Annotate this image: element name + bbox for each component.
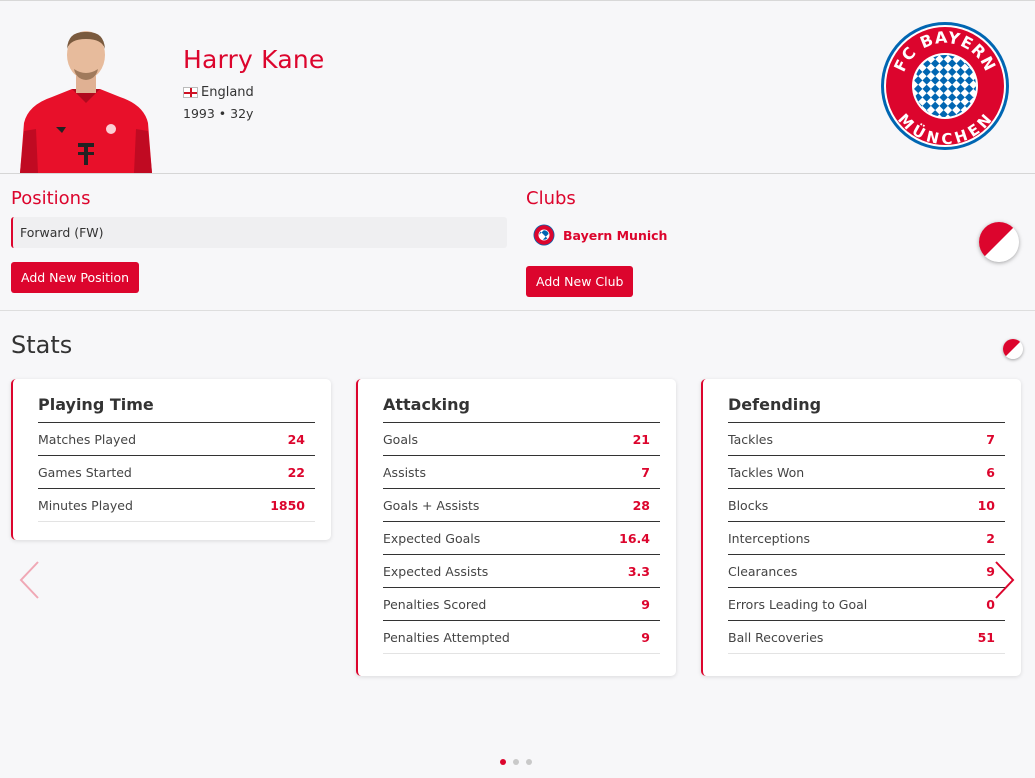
stat-value: 9 <box>641 629 650 645</box>
stat-value: 24 <box>287 431 305 447</box>
stat-label: Penalties Attempted <box>383 629 510 645</box>
stat-value: 16.4 <box>619 530 650 546</box>
stat-value: 21 <box>632 431 650 447</box>
stats-card-defending: Defending Tackles 7 Tackles Won 6 Blocks 10… <box>701 379 1021 676</box>
club-name[interactable]: Bayern Munich <box>563 228 667 243</box>
nationality-label: England <box>201 85 254 100</box>
theme-toggle-button[interactable] <box>979 222 1019 262</box>
bayern-crest-icon <box>533 224 555 246</box>
player-nationality: England <box>183 85 254 100</box>
stat-label: Expected Goals <box>383 530 481 546</box>
stat-label: Errors Leading to Goal <box>728 596 868 612</box>
pagination-dot-1[interactable] <box>500 759 506 765</box>
stat-row: Games Started 22 <box>38 456 315 489</box>
stat-row: Errors Leading to Goal 0 <box>728 588 1005 621</box>
card-title: Playing Time <box>38 394 315 423</box>
player-age: 1993 • 32y <box>183 106 254 121</box>
half-circle-icon <box>1003 339 1023 359</box>
stats-card-attacking: Attacking Goals 21 Assists 7 Goals + Assis… <box>356 379 676 676</box>
stats-card-playing-time: Playing Time Matches Played 24 Games Star… <box>11 379 331 540</box>
stat-row: Ball Recoveries 51 <box>728 621 1005 654</box>
stat-value: 22 <box>287 464 305 480</box>
stat-row: Goals + Assists 28 <box>383 489 660 522</box>
position-item[interactable]: Forward (FW) <box>11 217 507 248</box>
stat-label: Games Started <box>38 464 132 480</box>
stat-value: 7 <box>641 464 650 480</box>
half-circle-icon <box>979 222 1019 262</box>
stat-row: Tackles Won 6 <box>728 456 1005 489</box>
club-crest-logo: FC BAYERN MÜNCHEN <box>881 22 1009 150</box>
stat-value: 7 <box>986 431 995 447</box>
positions-title: Positions <box>11 188 91 209</box>
england-flag-icon <box>183 87 198 98</box>
pagination-dot-2[interactable] <box>513 759 519 765</box>
player-header: Harry Kane England 1993 • 32y FC BAYERN … <box>0 1 1035 174</box>
stat-row: Expected Goals 16.4 <box>383 522 660 555</box>
stat-row: Penalties Scored 9 <box>383 588 660 621</box>
stat-label: Matches Played <box>38 431 137 447</box>
carousel-pagination <box>500 759 532 765</box>
stat-value: 6 <box>986 464 995 480</box>
stat-row: Matches Played 24 <box>38 423 315 456</box>
clubs-title: Clubs <box>526 188 576 209</box>
stat-label: Clearances <box>728 563 798 579</box>
stat-label: Goals + Assists <box>383 497 480 513</box>
stats-title: Stats <box>11 331 73 359</box>
player-name: Harry Kane <box>183 45 325 74</box>
stat-value: 9 <box>641 596 650 612</box>
stat-row: Penalties Attempted 9 <box>383 621 660 654</box>
stat-label: Tackles <box>728 431 774 447</box>
stat-value: 28 <box>632 497 650 513</box>
stat-label: Assists <box>383 464 426 480</box>
stat-label: Interceptions <box>728 530 811 546</box>
stat-label: Goals <box>383 431 418 447</box>
stat-value: 10 <box>977 497 995 513</box>
section-divider <box>0 310 1035 311</box>
stat-row: Interceptions 2 <box>728 522 1005 555</box>
stat-label: Ball Recoveries <box>728 629 824 645</box>
stat-row: Goals 21 <box>383 423 660 456</box>
stat-label: Blocks <box>728 497 769 513</box>
stat-label: Expected Assists <box>383 563 489 579</box>
card-title: Defending <box>728 394 1005 423</box>
pagination-dot-3[interactable] <box>526 759 532 765</box>
stat-row: Minutes Played 1850 <box>38 489 315 522</box>
stat-label: Minutes Played <box>38 497 133 513</box>
stat-row: Expected Assists 3.3 <box>383 555 660 588</box>
stat-row: Clearances 9 <box>728 555 1005 588</box>
add-position-button[interactable]: Add New Position <box>11 262 140 293</box>
stat-label: Tackles Won <box>728 464 805 480</box>
stat-label: Penalties Scored <box>383 596 487 612</box>
stat-row: Blocks 10 <box>728 489 1005 522</box>
stats-toggle-button[interactable] <box>1003 339 1023 359</box>
chevron-right-icon[interactable] <box>992 560 1016 600</box>
stat-value: 2 <box>986 530 995 546</box>
stat-row: Assists 7 <box>383 456 660 489</box>
stat-value: 51 <box>977 629 995 645</box>
add-club-button[interactable]: Add New Club <box>526 266 634 297</box>
stat-value: 3.3 <box>627 563 650 579</box>
stat-value: 1850 <box>270 497 305 513</box>
stat-row: Tackles 7 <box>728 423 1005 456</box>
card-title: Attacking <box>383 394 660 423</box>
chevron-left-icon[interactable] <box>18 560 42 600</box>
player-photo <box>18 31 154 173</box>
club-item[interactable]: Bayern Munich <box>533 224 667 246</box>
